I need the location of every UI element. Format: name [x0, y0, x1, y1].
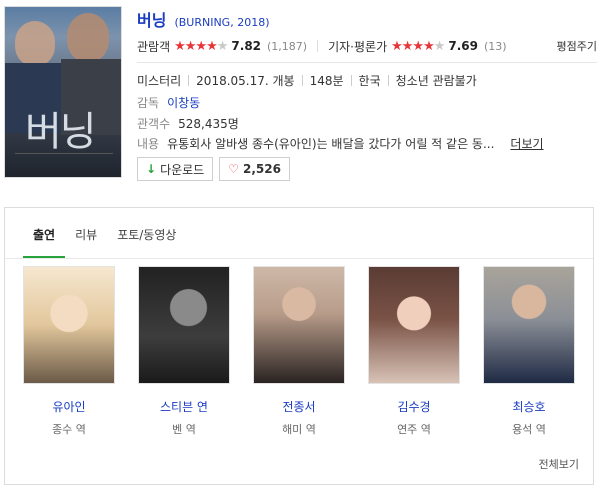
cast-member[interactable]: 전종서 해미 역 [253, 266, 345, 437]
movie-subtitle: (BURNING, 2018) [174, 16, 270, 29]
like-button[interactable]: ♡ 2,526 [219, 157, 290, 181]
movie-title[interactable]: 버닝 [137, 7, 166, 31]
director-line: 감독 이창동 [137, 94, 200, 111]
poster-figure-right [67, 13, 109, 63]
rating-row: 관람객 ★★★★★ 7.82 (1,187) 기자·평론가 ★★★★★ 7.69… [137, 38, 597, 54]
title-row: 버닝 (BURNING, 2018) [137, 7, 270, 30]
cast-role: 벤 역 [172, 423, 196, 436]
cast-role: 용석 역 [512, 423, 546, 436]
poster-title-art: 버닝 [25, 109, 97, 155]
country: 한국 [358, 74, 381, 88]
cast-photo[interactable] [483, 266, 575, 384]
poster-figure-left [15, 21, 55, 67]
cast-member[interactable]: 유아인 종수 역 [23, 266, 115, 437]
divider [5, 258, 593, 259]
cast-photo[interactable] [138, 266, 230, 384]
plot-line: 내용 유통회사 알바생 종수(유아인)는 배달을 갔다가 어릴 적 같은 동..… [137, 135, 544, 152]
audience-stars: ★★★★★ [174, 38, 229, 54]
rate-link[interactable]: 평점주기 [557, 38, 597, 54]
heart-icon: ♡ [228, 162, 239, 176]
divider [350, 75, 352, 86]
cast-name[interactable]: 김수경 [368, 398, 460, 415]
star-icon: ★ [216, 38, 229, 54]
star-icon: ★★★★ [174, 38, 218, 54]
divider [137, 62, 597, 63]
star-icon: ★ [433, 38, 446, 54]
audience-score: 7.82 [231, 39, 262, 53]
plot-label: 내용 [137, 137, 160, 151]
action-buttons: ↓ 다운로드 ♡ 2,526 [137, 157, 290, 181]
runtime: 148분 [309, 74, 344, 88]
cast-member[interactable]: 김수경 연주 역 [368, 266, 460, 437]
cast-photo[interactable] [368, 266, 460, 384]
cast-photo[interactable] [23, 266, 115, 384]
cast-name[interactable]: 전종서 [253, 398, 345, 415]
cast-panel: 출연 리뷰 포토/동영상 유아인 종수 역 스티븐 연 벤 역 전종서 해미 역… [4, 207, 594, 485]
divider [188, 75, 190, 86]
more-link[interactable]: 더보기 [510, 135, 543, 152]
download-icon: ↓ [146, 162, 157, 176]
critic-rating-label: 기자·평론가 [328, 39, 388, 54]
age-rating: 청소년 관람불가 [395, 74, 477, 88]
download-label: 다운로드 [160, 162, 205, 177]
critic-stars: ★★★★★ [391, 38, 446, 54]
genre: 미스터리 [137, 74, 182, 88]
divider [301, 75, 303, 86]
director-label: 감독 [137, 96, 160, 110]
audience-label: 관객수 [137, 117, 171, 131]
cast-role: 연주 역 [397, 423, 431, 436]
poster-credits-line [15, 153, 113, 163]
movie-info-row: 미스터리 2018.05.17. 개봉 148분 한국 청소년 관람불가 [137, 72, 477, 89]
audience-count: (1,187) [267, 39, 308, 53]
cast-role: 해미 역 [282, 423, 316, 436]
audience-rating-label: 관람객 [137, 39, 171, 54]
divider [387, 75, 389, 86]
cast-name[interactable]: 유아인 [23, 398, 115, 415]
movie-summary: 버닝 버닝 (BURNING, 2018) 관람객 ★★★★★ 7.82 (1,… [0, 0, 601, 200]
cast-name[interactable]: 최승호 [483, 398, 575, 415]
critic-score: 7.69 [448, 39, 478, 53]
tab-review[interactable]: 리뷰 [65, 220, 107, 248]
tab-bar: 출연 리뷰 포토/동영상 [23, 220, 186, 258]
cast-photo[interactable] [253, 266, 345, 384]
see-all-link[interactable]: 전체보기 [539, 456, 579, 472]
cast-role: 종수 역 [52, 423, 86, 436]
cast-name[interactable]: 스티븐 연 [138, 398, 230, 415]
like-count: 2,526 [243, 162, 281, 176]
download-button[interactable]: ↓ 다운로드 [137, 157, 214, 181]
movie-poster[interactable]: 버닝 [4, 6, 122, 178]
plot-text: 유통회사 알바생 종수(유아인)는 배달을 갔다가 어릴 적 같은 동... [167, 137, 495, 151]
tab-cast[interactable]: 출연 [23, 220, 66, 258]
release-date: 2018.05.17. 개봉 [196, 74, 295, 88]
divider [317, 40, 319, 52]
cast-member[interactable]: 최승호 용석 역 [483, 266, 575, 437]
audience-value: 528,435명 [178, 117, 239, 131]
critic-count: (13) [484, 39, 507, 53]
audience-line: 관객수 528,435명 [137, 115, 239, 132]
star-icon: ★★★★ [391, 38, 435, 54]
director-link[interactable]: 이창동 [167, 94, 200, 111]
tab-photo-video[interactable]: 포토/동영상 [107, 220, 186, 248]
cast-member[interactable]: 스티븐 연 벤 역 [138, 266, 230, 437]
